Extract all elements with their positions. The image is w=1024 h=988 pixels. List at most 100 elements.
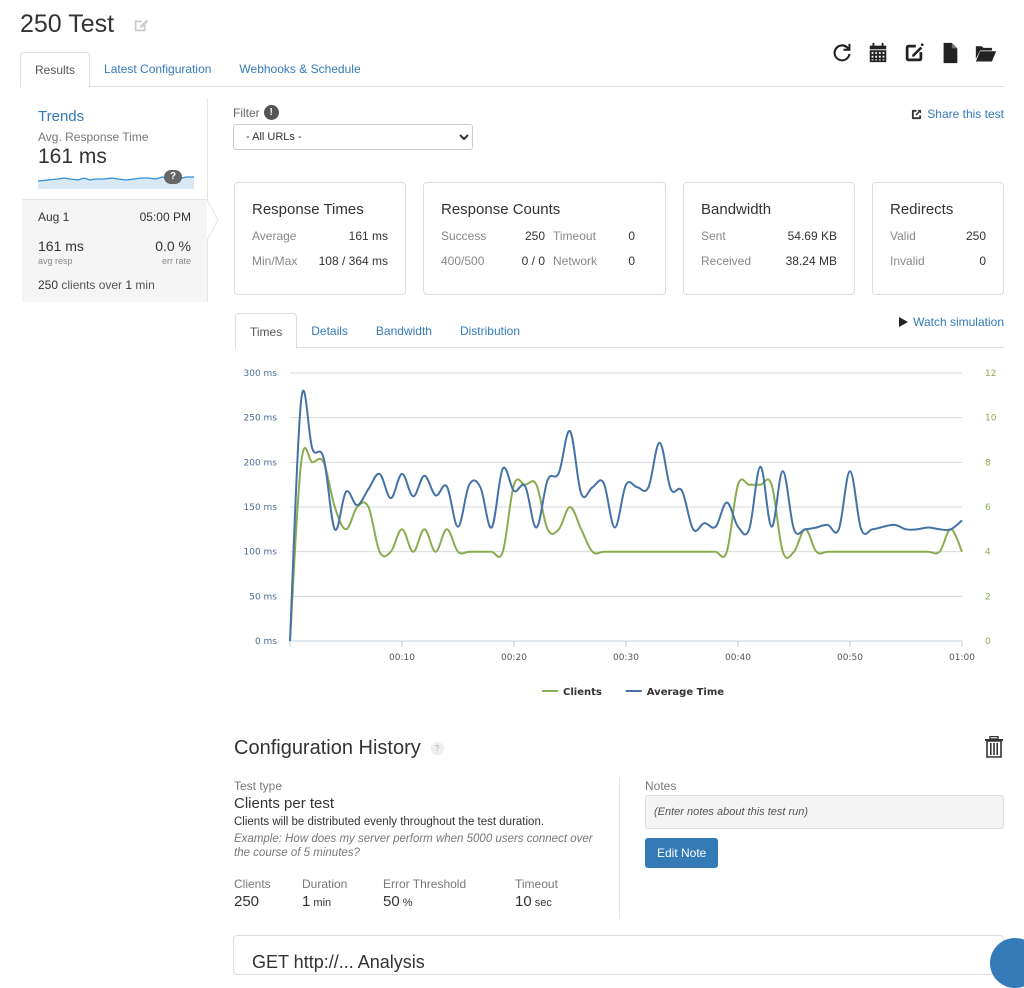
redirects-card: Redirects Valid 250 Invalid 0 — [872, 182, 1004, 295]
stat-label: Success — [441, 229, 487, 243]
share-icon — [912, 109, 922, 119]
divider — [619, 778, 620, 918]
share-label: Share this test — [927, 107, 1004, 121]
selected-arrow-icon — [207, 200, 219, 240]
trends-panel: Trends Avg. Response Time 161 ms ? — [22, 98, 207, 199]
run-time: 05:00 PM — [139, 210, 191, 224]
notes-field[interactable]: (Enter notes about this test run) — [645, 795, 1004, 829]
run-summary: 250 clients over 1 min — [38, 278, 191, 292]
run-duration-unit: min — [132, 278, 155, 292]
config-stat-error-threshold: Error Threshold 50 % — [383, 877, 467, 910]
stat-label: Invalid — [890, 254, 925, 268]
card-title: Bandwidth — [701, 201, 772, 218]
stat-label: 400/500 — [441, 254, 485, 268]
y-tick-label: 150 ms — [244, 503, 278, 513]
run-avg-resp: 161 ms — [38, 238, 84, 254]
y-tick-label: 50 ms — [249, 592, 277, 602]
edit-note-button[interactable]: Edit Note — [645, 838, 719, 868]
test-name: 250 Test — [20, 10, 115, 38]
card-title: Response Counts — [441, 201, 561, 218]
tab-results[interactable]: Results — [20, 52, 91, 88]
sidebar: Trends Avg. Response Time 161 ms ? Aug 1… — [22, 98, 219, 302]
card-title: Response Times — [252, 201, 364, 218]
config-stat-clients: Clients 250 — [234, 877, 271, 910]
run-err-rate: 0.0 % — [155, 238, 191, 254]
notes-label: Notes — [645, 779, 677, 793]
stat-label: Min/Max — [252, 254, 298, 268]
y2-tick-label: 10 — [985, 414, 997, 424]
y2-tick-label: 4 — [985, 548, 991, 558]
x-tick-label: 01:00 — [949, 653, 975, 663]
url-filter: Filter ! - All URLs - — [233, 105, 473, 150]
url-filter-select[interactable]: - All URLs - — [233, 124, 473, 150]
legend-label: Average Time — [647, 687, 724, 698]
stat-value: 250 — [524, 229, 545, 243]
run-date: Aug 1 — [38, 210, 70, 224]
y-axis-left: 0 ms 50 ms 100 ms 150 ms 200 ms 250 ms 300 ms — [244, 369, 278, 647]
tab-times[interactable]: Times — [235, 313, 298, 349]
stat-value: 0 / 0 — [521, 254, 545, 268]
url-analysis-title: GET http://... Analysis — [252, 952, 425, 972]
stat-label: Valid — [890, 229, 916, 243]
trend-sparkline: ? — [38, 170, 194, 189]
notes-section: Notes (Enter notes about this test run) … — [645, 779, 1004, 868]
test-type-label: Test type — [234, 779, 283, 793]
stat-value: 38.24 MB — [785, 254, 837, 268]
run-err-rate-label: err rate — [161, 256, 191, 266]
tab-details[interactable]: Details — [297, 313, 362, 347]
help-icon[interactable]: ? — [164, 170, 182, 184]
test-run-item[interactable]: Aug 1 05:00 PM 161 ms 0.0 % avg resp err… — [22, 199, 219, 302]
series-line-average-time — [289, 389, 963, 642]
y-tick-label: 100 ms — [244, 548, 278, 558]
tab-webhooks-schedule[interactable]: Webhooks & Schedule — [225, 52, 374, 87]
tab-latest-configuration[interactable]: Latest Configuration — [90, 52, 225, 87]
delete-test-button[interactable] — [984, 736, 1004, 758]
y-tick-label: 200 ms — [244, 458, 278, 468]
y2-tick-label: 2 — [985, 592, 991, 602]
trends-link[interactable]: Trends — [38, 108, 191, 125]
share-test-link[interactable]: Share this test — [911, 107, 1004, 121]
stat-label: Sent — [701, 229, 726, 243]
y-tick-label: 0 ms — [255, 637, 277, 647]
config-stat-timeout: Timeout 10 sec — [515, 877, 558, 910]
y2-tick-label: 12 — [985, 369, 996, 379]
run-clients: 250 — [38, 278, 59, 292]
test-type-example: Example: How does my server perform when… — [234, 833, 593, 859]
edit-title-icon[interactable] — [132, 16, 150, 34]
stat-label: Average — [252, 229, 297, 243]
series-line-clients — [289, 447, 963, 642]
y2-tick-label: 8 — [985, 458, 991, 468]
y2-tick-label: 0 — [985, 637, 991, 647]
trend-metric-value: 161 ms — [38, 145, 107, 168]
chart-legend: Clients Average Time — [542, 687, 724, 698]
filter-info-icon[interactable]: ! — [263, 105, 279, 120]
stat-label: Received — [701, 254, 752, 268]
response-times-chart: 0 ms50 ms100 ms150 ms200 ms250 ms300 ms … — [244, 369, 997, 698]
y-tick-label: 250 ms — [244, 414, 278, 424]
stat-value: 0 — [628, 254, 635, 268]
watch-simulation-link[interactable]: Watch simulation — [899, 315, 1004, 329]
watch-simulation-label: Watch simulation — [913, 315, 1004, 329]
y2-tick-label: 6 — [985, 503, 991, 513]
x-axis: 00:10 00:20 00:30 00:40 00:50 01:00 — [289, 640, 975, 663]
url-analysis-card: GET http://... Analysis — [233, 935, 1004, 975]
stat-value: 0 — [628, 229, 635, 243]
filter-label: Filter — [233, 105, 260, 120]
chart-series — [289, 389, 963, 642]
play-icon — [899, 317, 909, 327]
card-title: Redirects — [890, 201, 954, 218]
response-counts-card: Response Counts Success 250 Timeout 0 40… — [423, 182, 666, 295]
trash-icon — [985, 736, 1003, 758]
stat-value: 0 — [979, 254, 986, 268]
run-summary-text: clients over — [58, 278, 126, 292]
y-tick-label: 300 ms — [244, 369, 278, 379]
stat-label: Network — [553, 254, 598, 268]
config-stat-duration: Duration 1 min — [302, 877, 348, 910]
help-icon[interactable]: ? — [430, 742, 444, 755]
tab-distribution[interactable]: Distribution — [446, 313, 534, 347]
stat-value: 250 — [965, 229, 986, 243]
stat-value: 108 / 364 ms — [318, 254, 388, 268]
stat-value: 161 ms — [348, 229, 388, 243]
tab-bandwidth[interactable]: Bandwidth — [362, 313, 446, 347]
config-title: Configuration History — [234, 737, 421, 759]
